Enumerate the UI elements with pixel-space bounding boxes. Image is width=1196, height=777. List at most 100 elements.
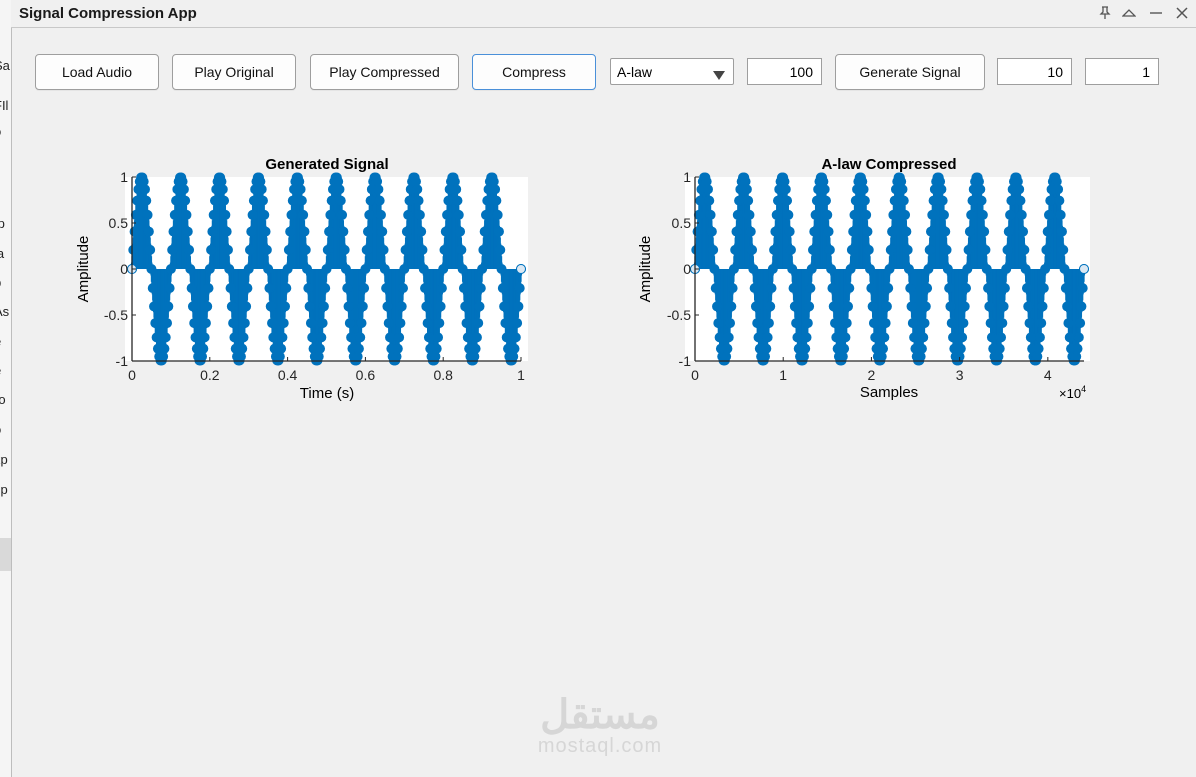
data-point	[401, 226, 412, 237]
data-point	[436, 283, 447, 294]
data-point	[999, 283, 1010, 294]
data-point	[1059, 264, 1070, 274]
data-point	[766, 283, 777, 294]
data-point	[848, 226, 859, 237]
data-point	[190, 332, 201, 343]
data-point	[906, 301, 917, 312]
data-point	[747, 244, 758, 255]
data-point	[726, 301, 737, 312]
data-point	[743, 195, 754, 206]
data-point	[865, 264, 876, 274]
data-point	[885, 244, 896, 255]
data-point	[1014, 184, 1025, 195]
data-point	[704, 195, 715, 206]
data-point	[394, 332, 405, 343]
data-point	[946, 318, 957, 329]
data-point	[841, 318, 852, 329]
collapse-icon[interactable]	[1120, 4, 1138, 22]
data-point	[1077, 283, 1088, 294]
data-point	[976, 195, 987, 206]
data-point	[884, 264, 895, 274]
data-point	[752, 318, 763, 329]
play-original-button[interactable]: Play Original	[172, 54, 296, 90]
data-point	[923, 264, 934, 274]
play-compressed-button[interactable]: Play Compressed	[310, 54, 459, 90]
data-point	[903, 264, 914, 274]
data-point	[493, 226, 504, 237]
data-point	[770, 226, 781, 237]
data-point	[800, 343, 811, 354]
x-tick-label: 1	[517, 367, 525, 383]
compression-method-select[interactable]: A-law	[610, 58, 734, 85]
data-point	[142, 209, 153, 220]
data-point	[708, 244, 719, 255]
data-point	[355, 332, 366, 343]
data-point	[512, 318, 523, 329]
frequency-field[interactable]: 10	[997, 58, 1072, 85]
data-point	[961, 283, 972, 294]
data-point	[228, 318, 239, 329]
data-point	[375, 209, 386, 220]
data-point	[374, 195, 385, 206]
data-point	[285, 226, 296, 237]
chart-title: A-law Compressed	[821, 156, 956, 173]
watermark: مستقل mostaql.com	[520, 695, 680, 758]
data-point	[435, 301, 446, 312]
data-point	[1040, 264, 1051, 274]
data-point	[378, 244, 389, 255]
data-point	[439, 244, 450, 255]
data-point	[482, 195, 493, 206]
data-point	[942, 264, 953, 274]
data-point	[1023, 301, 1034, 312]
data-point	[473, 318, 484, 329]
data-point	[225, 283, 236, 294]
data-point	[280, 301, 291, 312]
load-audio-button[interactable]: Load Audio	[35, 54, 159, 90]
data-point	[937, 195, 948, 206]
y-tick-label: -0.5	[104, 307, 128, 323]
chart-title: Generated Signal	[265, 156, 388, 173]
data-point	[714, 332, 725, 343]
data-point	[221, 226, 232, 237]
background-text-fragment: e	[0, 363, 1, 378]
data-point	[713, 318, 724, 329]
compress-button[interactable]: Compress	[472, 54, 596, 90]
compression-param-field[interactable]: 100	[747, 58, 822, 85]
data-point	[303, 283, 314, 294]
data-point	[1036, 318, 1047, 329]
duration-field[interactable]: 1	[1085, 58, 1159, 85]
data-point	[286, 209, 297, 220]
data-point	[420, 283, 431, 294]
data-point	[141, 195, 152, 206]
generate-signal-button[interactable]: Generate Signal	[835, 54, 985, 90]
data-point	[186, 283, 197, 294]
data-point	[423, 332, 434, 343]
data-point	[1045, 195, 1056, 206]
data-point	[264, 283, 275, 294]
data-point	[840, 332, 851, 343]
data-point	[907, 318, 918, 329]
data-point	[792, 332, 803, 343]
data-point	[492, 209, 503, 220]
data-point	[299, 226, 310, 237]
data-point	[346, 332, 357, 343]
data-point	[769, 244, 780, 255]
data-point	[395, 318, 406, 329]
data-point	[785, 244, 796, 255]
data-point	[399, 264, 410, 274]
data-point	[783, 209, 794, 220]
data-point	[789, 301, 800, 312]
data-point	[381, 283, 392, 294]
data-point	[344, 318, 355, 329]
title-bar: Signal Compression App	[11, 0, 1196, 28]
minimize-icon[interactable]	[1147, 4, 1165, 22]
data-point	[316, 332, 327, 343]
data-point	[265, 301, 276, 312]
data-point	[431, 343, 442, 354]
data-point	[443, 195, 454, 206]
pin-icon[interactable]	[1096, 4, 1114, 22]
data-point	[902, 244, 913, 255]
data-point	[208, 209, 219, 220]
data-point	[151, 332, 162, 343]
close-icon[interactable]	[1173, 4, 1191, 22]
